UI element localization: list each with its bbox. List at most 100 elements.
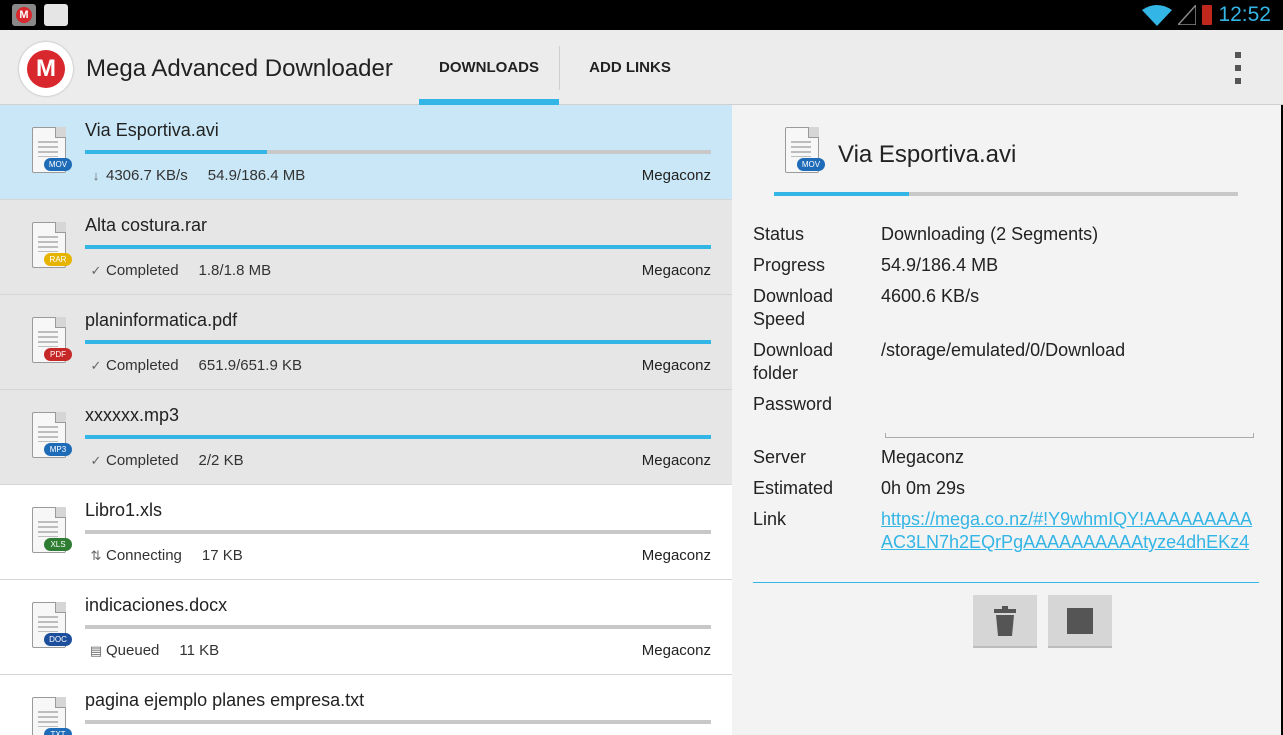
check-icon: ✓ xyxy=(90,357,102,373)
check-icon: ✓ xyxy=(90,452,102,468)
server-name: Megaconz xyxy=(641,547,711,564)
tab-add-links[interactable]: ADD LINKS xyxy=(560,30,700,105)
tab-downloads[interactable]: DOWNLOADS xyxy=(419,30,559,105)
detail-file-icon: MOV xyxy=(785,127,827,179)
password-label: Password xyxy=(753,394,833,414)
status-label: Status xyxy=(753,224,805,244)
file-name: pagina ejemplo planes empresa.txt xyxy=(85,690,365,710)
file-txt-icon: TXT xyxy=(32,697,72,735)
file-name: Libro1.xls xyxy=(85,500,163,520)
file-rar-icon: RAR xyxy=(32,222,72,272)
link-label: Link xyxy=(753,509,787,529)
file-name: indicaciones.docx xyxy=(85,595,228,615)
estimated-label: Estimated xyxy=(753,478,834,498)
stop-button[interactable] xyxy=(1048,595,1112,648)
clock: 12:52 xyxy=(1218,3,1271,26)
download-arrow-icon: ↓ xyxy=(92,168,100,183)
download-status: 4306.7 KB/s xyxy=(106,167,188,184)
download-folder-label-line2: folder xyxy=(753,363,799,383)
download-row[interactable]: XLS Libro1.xls ⇅ Connecting 17 KB Megaconz xyxy=(0,485,732,580)
download-meta: ✓ Completed 1.8/1.8 MB xyxy=(88,262,272,279)
download-status: Completed xyxy=(106,452,179,469)
server-name: Megaconz xyxy=(641,262,711,279)
downloads-list[interactable]: MOV Via Esportiva.avi ↓ 4306.7 KB/s 54.9/186… xyxy=(0,105,732,735)
file-xls-icon: XLS xyxy=(32,507,72,557)
download-meta: ↓ 4306.7 KB/s 54.9/186.4 MB xyxy=(88,167,306,184)
check-icon: ✓ xyxy=(90,262,102,278)
file-doc-icon: DOC xyxy=(32,602,72,652)
progress-bar xyxy=(85,720,711,724)
detail-progress-bar xyxy=(774,192,1238,196)
download-speed-label-line1: Download xyxy=(753,286,834,306)
connecting-arrows-icon: ⇅ xyxy=(90,547,102,563)
progress-bar xyxy=(85,340,711,344)
download-row[interactable]: MP3 xxxxxx.mp3 ✓ Completed 2/2 KB Megaconz xyxy=(0,390,732,485)
progress-bar xyxy=(85,150,711,154)
download-status: Completed xyxy=(106,357,179,374)
server-name: Megaconz xyxy=(641,452,711,469)
download-size: 11 KB xyxy=(179,642,220,659)
detail-separator xyxy=(753,582,1259,583)
mega-logo-icon: M xyxy=(27,50,65,88)
server-name: Megaconz xyxy=(641,167,711,184)
queue-icon: ▤ xyxy=(89,642,103,658)
app-title: Mega Advanced Downloader xyxy=(86,55,393,82)
progress-bar xyxy=(85,245,711,249)
download-size: 651.9/651.9 KB xyxy=(198,357,302,374)
password-field[interactable] xyxy=(885,433,1254,438)
download-folder-label-line1: Download xyxy=(753,340,834,360)
server-label: Server xyxy=(753,447,807,467)
file-name: Alta costura.rar xyxy=(85,215,208,235)
progress-bar xyxy=(85,435,711,439)
download-size: 17 KB xyxy=(201,547,243,564)
server-value: Megaconz xyxy=(881,447,965,467)
estimated-value: 0h 0m 29s xyxy=(881,478,966,498)
detail-panel: MOV Via Esportiva.avi Status Downloading… xyxy=(732,105,1281,735)
wifi-icon xyxy=(1142,5,1173,26)
download-size: 2/2 KB xyxy=(198,452,244,469)
download-meta: ▤ Queued 11 KB xyxy=(88,642,219,659)
action-bar: M Mega Advanced Downloader DOWNLOADS ADD… xyxy=(0,30,1283,105)
download-row[interactable]: PDF planinformatica.pdf ✓ Completed 651.9/65… xyxy=(0,295,732,390)
download-status: Connecting xyxy=(106,547,182,564)
download-meta: ✓ Completed 651.9/651.9 KB xyxy=(88,357,302,374)
download-status: Queued xyxy=(106,642,160,659)
download-row[interactable]: MOV Via Esportiva.avi ↓ 4306.7 KB/s 54.9/186… xyxy=(0,105,732,200)
download-speed-label-line2: Speed xyxy=(753,309,806,329)
download-meta: ⇅ Connecting 17 KB xyxy=(88,547,243,564)
more-vert-icon[interactable] xyxy=(1228,52,1248,84)
delete-button[interactable] xyxy=(973,595,1037,648)
link-value[interactable]: https://mega.co.nz/#!Y9whmIQY!AAAAAAAAAA… xyxy=(881,508,1261,554)
cell-signal-icon xyxy=(1178,5,1197,25)
server-name: Megaconz xyxy=(641,357,711,374)
stop-icon xyxy=(1067,607,1093,634)
download-size: 1.8/1.8 MB xyxy=(198,262,272,279)
file-name: planinformatica.pdf xyxy=(85,310,238,330)
detail-file-name: Via Esportiva.avi xyxy=(838,141,1017,168)
file-name: xxxxxx.mp3 xyxy=(85,405,180,425)
progress-label: Progress xyxy=(753,255,826,275)
progress-bar xyxy=(85,625,711,629)
server-name: Megaconz xyxy=(641,642,711,659)
status-value: Downloading (2 Segments) xyxy=(881,224,1099,244)
download-meta: ✓ Completed 2/2 KB xyxy=(88,452,244,469)
download-size: 54.9/186.4 MB xyxy=(207,167,306,184)
download-row[interactable]: RAR Alta costura.rar ✓ Completed 1.8/1.8 MB M… xyxy=(0,200,732,295)
status-bar: M 12:52 xyxy=(0,0,1283,30)
download-status: Completed xyxy=(106,262,179,279)
mega-notification-icon[interactable]: M xyxy=(12,4,36,26)
file-name: Via Esportiva.avi xyxy=(85,120,219,140)
download-folder-value: /storage/emulated/0/Download xyxy=(881,340,1126,360)
file-mov-icon: MOV xyxy=(32,127,72,177)
download-row[interactable]: TXT pagina ejemplo planes empresa.txt xyxy=(0,675,732,735)
app-logo[interactable]: M xyxy=(19,42,73,96)
battery-low-icon xyxy=(1202,5,1213,25)
trash-icon xyxy=(994,605,1016,636)
progress-bar xyxy=(85,530,711,534)
progress-value: 54.9/186.4 MB xyxy=(881,255,999,275)
shopping-bag-icon[interactable] xyxy=(44,4,68,26)
download-row[interactable]: DOC indicaciones.docx ▤ Queued 11 KB Megaconz xyxy=(0,580,732,675)
file-pdf-icon: PDF xyxy=(32,317,72,367)
download-speed-value: 4600.6 KB/s xyxy=(881,286,980,306)
file-mp3-icon: MP3 xyxy=(32,412,72,462)
